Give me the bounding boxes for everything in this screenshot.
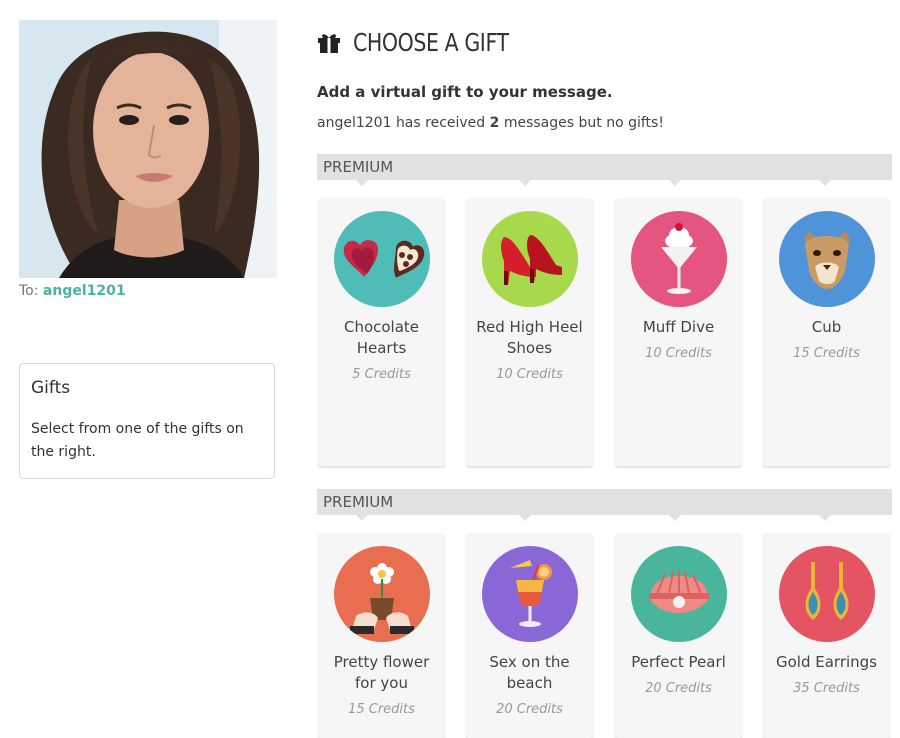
- pearl-shell-icon: [630, 546, 727, 642]
- page-subtitle: Add a virtual gift to your message.: [317, 83, 613, 101]
- recipient-photo[interactable]: [19, 20, 277, 278]
- gift-name: Cub: [811, 318, 842, 336]
- cocktail-icon: [630, 211, 727, 307]
- info-box-title: Gifts: [31, 378, 71, 398]
- gift-name: Gold Earrings: [775, 653, 877, 671]
- gift-credits: 10 Credits: [645, 346, 712, 361]
- to-label: To:: [19, 283, 39, 299]
- chocolate-hearts-icon: [333, 211, 430, 307]
- received-pre: has received: [395, 115, 486, 131]
- band-notch: [518, 514, 532, 521]
- band-notch: [518, 179, 532, 186]
- section-label: PREMIUM: [323, 493, 394, 511]
- flower-pot-icon: [333, 546, 430, 642]
- gift-credits: 35 Credits: [793, 681, 860, 696]
- received-user: angel1201: [317, 115, 392, 131]
- band-notch: [818, 179, 832, 186]
- page-title: CHOOSE A GIFT: [353, 27, 509, 57]
- gifts-info-box: Gifts Select from one of the gifts on th…: [19, 363, 275, 479]
- gift-name: Pretty flower for you: [333, 653, 430, 692]
- gift-card-red-high-heel-shoes[interactable]: Red High Heel Shoes 10 Credits: [466, 198, 593, 466]
- band-notch: [355, 179, 369, 186]
- band-notch: [668, 514, 682, 521]
- gift-name: Perfect Pearl: [631, 653, 726, 671]
- gift-name: Muff Dive: [642, 318, 715, 336]
- section-band: PREMIUM: [317, 154, 892, 186]
- gift-name: Red High Heel Shoes: [476, 318, 583, 357]
- gift-card-gold-earrings[interactable]: Gold Earrings 35 Credits: [763, 533, 890, 738]
- gift-card-muff-dive[interactable]: Muff Dive 10 Credits: [615, 198, 742, 466]
- gift-credits: 15 Credits: [793, 346, 860, 361]
- gift-card-perfect-pearl[interactable]: Perfect Pearl 20 Credits: [615, 533, 742, 738]
- recipient-line: To: angel1201: [19, 283, 126, 299]
- beach-cocktail-icon: [481, 546, 578, 642]
- section-band: PREMIUM: [317, 489, 892, 521]
- red-shoes-icon: [481, 211, 578, 307]
- gift-name: Chocolate Hearts: [343, 318, 420, 357]
- info-box-text: Select from one of the gifts on the righ…: [31, 421, 244, 460]
- received-post: messages but no gifts!: [503, 115, 664, 131]
- page-heading: CHOOSE A GIFT: [317, 26, 543, 58]
- earrings-icon: [778, 546, 875, 642]
- gift-card-cub[interactable]: Cub 15 Credits: [763, 198, 890, 466]
- received-count: 2: [489, 115, 500, 131]
- gift-icon: [318, 34, 340, 53]
- received-status: angel1201 has received 2 messages but no…: [317, 115, 664, 131]
- section-label: PREMIUM: [323, 158, 394, 176]
- band-notch: [818, 514, 832, 521]
- gift-card-pretty-flower[interactable]: Pretty flower for you 15 Credits: [318, 533, 445, 738]
- band-notch: [668, 179, 682, 186]
- band-notch: [355, 514, 369, 521]
- gift-credits: 20 Credits: [496, 702, 563, 717]
- gift-credits: 5 Credits: [352, 367, 411, 382]
- gift-card-chocolate-hearts[interactable]: Chocolate Hearts 5 Credits: [318, 198, 445, 466]
- gift-credits: 10 Credits: [496, 367, 563, 382]
- gift-name: Sex on the beach: [489, 653, 570, 692]
- gift-card-sex-on-the-beach[interactable]: Sex on the beach 20 Credits: [466, 533, 593, 738]
- gift-credits: 15 Credits: [348, 702, 415, 717]
- cougar-icon: [778, 211, 875, 307]
- recipient-username-link[interactable]: angel1201: [43, 283, 126, 299]
- gift-credits: 20 Credits: [645, 681, 712, 696]
